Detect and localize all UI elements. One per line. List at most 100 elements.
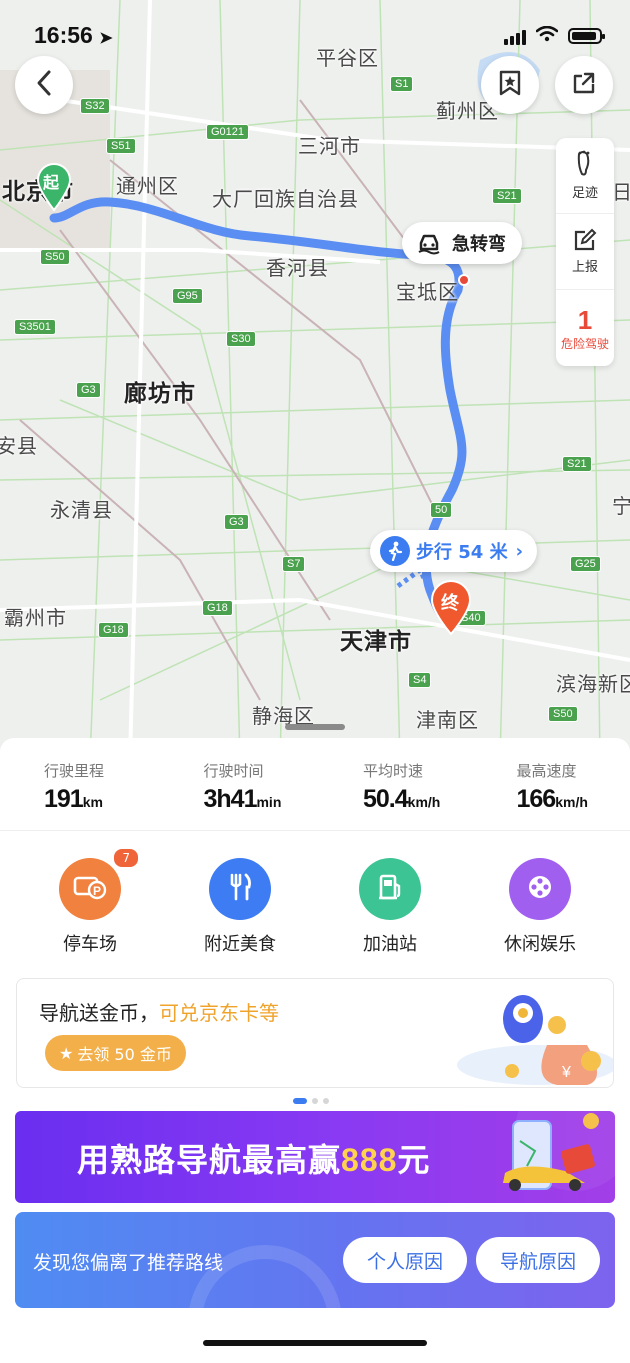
back-button[interactable] — [15, 56, 73, 114]
road-shield: G3 — [76, 382, 101, 398]
road-shield: S7 — [282, 556, 306, 572]
deviation-message: 发现您偏离了推荐路线 — [33, 1252, 224, 1274]
bookmark-star-icon — [498, 70, 522, 100]
footprint-icon — [574, 150, 596, 182]
promo-text: 用熟路导航最高赢888元 — [77, 1135, 430, 1181]
status-time: 16:56 ➤ — [34, 22, 113, 49]
end-pin-label: 终 — [441, 593, 459, 614]
place-baodi: 宝坻区 — [396, 280, 459, 304]
share-button[interactable] — [555, 56, 613, 114]
promo-suffix: 元 — [397, 1141, 431, 1179]
route-deviation-card: 发现您偏离了推荐路线 个人原因 导航原因 — [15, 1212, 615, 1308]
road-shield: G25 — [570, 556, 601, 572]
status-bar: 16:56 ➤ — [0, 0, 630, 70]
svg-text:P: P — [93, 884, 101, 898]
stat-value: 50.4 — [363, 785, 409, 813]
place-langfang: 廊坊市 — [124, 381, 196, 407]
place-tianjin: 天津市 — [340, 629, 412, 655]
place-xianghe: 香河县 — [266, 256, 329, 280]
coin-reward-card[interactable]: 导航送金币，可兑京东卡等 ★ 去领 50 金币 ¥ — [16, 978, 614, 1088]
chevron-right-icon: › — [515, 540, 524, 562]
coin-card-title: 导航送金币，可兑京东卡等 — [39, 997, 279, 1026]
cellular-signal-icon — [504, 27, 526, 45]
place-binhai: 滨海新区 — [556, 672, 630, 696]
road-shield: G18 — [98, 622, 129, 638]
report-label: 上报 — [571, 260, 598, 275]
sharp-turn-label: 急转弯 — [452, 234, 506, 255]
coin-title-highlight: 可兑京东卡等 — [159, 1001, 279, 1025]
stat-duration: 行驶时间 3h41min — [158, 738, 318, 830]
coin-title-text: 导航送金币， — [39, 1001, 159, 1025]
footprint-button[interactable]: 足迹 — [556, 138, 614, 214]
place-sanhe: 三河市 — [298, 134, 361, 158]
stat-value: 3h41 — [203, 785, 258, 813]
road-shield: S21 — [492, 188, 522, 204]
road-shield: S50 — [548, 706, 578, 722]
danger-count: 1 — [577, 304, 593, 335]
car-skid-icon — [416, 231, 442, 255]
bookmark-button[interactable] — [481, 56, 539, 114]
stat-unit: km — [82, 794, 103, 810]
claim-coins-button[interactable]: ★ 去领 50 金币 — [45, 1035, 186, 1071]
road-shield: G95 — [172, 288, 203, 304]
road-shield: G0121 — [206, 124, 250, 140]
stat-max-speed: 最高速度 166km/h — [477, 738, 630, 830]
poi-label: 附近美食 — [204, 934, 276, 955]
road-shield: S21 — [562, 456, 592, 472]
mascot-money-bag-illustration: ¥ — [457, 995, 613, 1085]
personal-reason-button[interactable]: 个人原因 — [343, 1237, 467, 1283]
report-button[interactable]: 上报 — [556, 214, 614, 290]
parking-badge: 7 — [113, 848, 139, 868]
sharp-turn-bubble[interactable]: 急转弯 — [402, 222, 522, 264]
road-shield: S3501 — [14, 319, 56, 335]
start-pin-label: 起 — [43, 173, 60, 192]
walk-distance-label: 步行 54 米 — [416, 542, 508, 563]
stat-value: 166 — [516, 785, 557, 813]
stat-label: 平均时速 — [363, 762, 424, 780]
place-ning: 宁 — [612, 494, 630, 518]
navigation-reason-label: 导航原因 — [499, 1250, 576, 1273]
poi-label: 加油站 — [363, 934, 417, 955]
svg-text:¥: ¥ — [561, 1064, 571, 1081]
road-shield: S50 — [40, 249, 70, 265]
wifi-icon — [535, 25, 559, 46]
road-shield: G3 — [224, 514, 249, 530]
entertainment-icon — [525, 872, 555, 906]
footprint-label: 足迹 — [571, 186, 598, 201]
place-ri: 日 — [612, 180, 630, 204]
stat-avg-speed: 平均时速 50.4km/h — [317, 738, 477, 830]
dangerous-driving-button[interactable]: 1 危险驾驶 — [556, 290, 614, 366]
promo-banner[interactable]: 用熟路导航最高赢888元 — [15, 1111, 615, 1203]
poi-label: 停车场 — [63, 934, 117, 955]
start-pin[interactable]: 起 — [36, 162, 72, 216]
poi-food[interactable]: 附近美食 — [180, 858, 300, 956]
stat-unit: km/h — [407, 794, 441, 810]
stat-label: 行驶时间 — [203, 762, 264, 780]
stat-value: 191 — [44, 785, 84, 813]
place-jinnan: 津南区 — [416, 708, 479, 732]
poi-entertainment[interactable]: 休闲娱乐 — [480, 858, 600, 956]
poi-parking[interactable]: P 7 停车场 — [30, 848, 150, 956]
personal-reason-label: 个人原因 — [366, 1250, 443, 1273]
stat-label: 最高速度 — [516, 762, 577, 780]
home-indicator[interactable] — [203, 1340, 427, 1346]
parking-icon: P — [72, 872, 108, 906]
poi-label: 休闲娱乐 — [504, 934, 576, 955]
route-map[interactable]: 平谷区 蓟州区 三河市 北京市 通州区 大厂回族自治县 香河县 宝坻区 廊坊市 … — [0, 0, 630, 760]
navigation-reason-button[interactable]: 导航原因 — [476, 1237, 600, 1283]
trip-summary-panel: 行驶里程 191km 行驶时间 3h41min 平均时速 50.4km/h 最高… — [0, 738, 630, 1363]
poi-gas[interactable]: 加油站 — [330, 858, 450, 956]
stat-unit: km/h — [555, 794, 588, 810]
place-bazhou: 霸州市 — [4, 606, 67, 630]
end-pin[interactable]: 终 — [430, 580, 472, 640]
food-icon — [225, 872, 255, 906]
map-side-toolbar: 足迹 上报 1 危险驾驶 — [556, 138, 614, 366]
gas-station-icon — [375, 872, 405, 906]
place-tongzhou: 通州区 — [116, 174, 179, 198]
drag-handle[interactable] — [285, 724, 345, 730]
walk-distance-bubble[interactable]: 步行 54 米 › — [370, 530, 538, 572]
nearby-poi-row: P 7 停车场 附近美食 加油站 休闲娱乐 — [0, 848, 630, 958]
carousel-indicator — [293, 1098, 329, 1104]
place-anxian: 安县 — [0, 434, 38, 458]
place-dachang: 大厂回族自治县 — [212, 187, 359, 211]
